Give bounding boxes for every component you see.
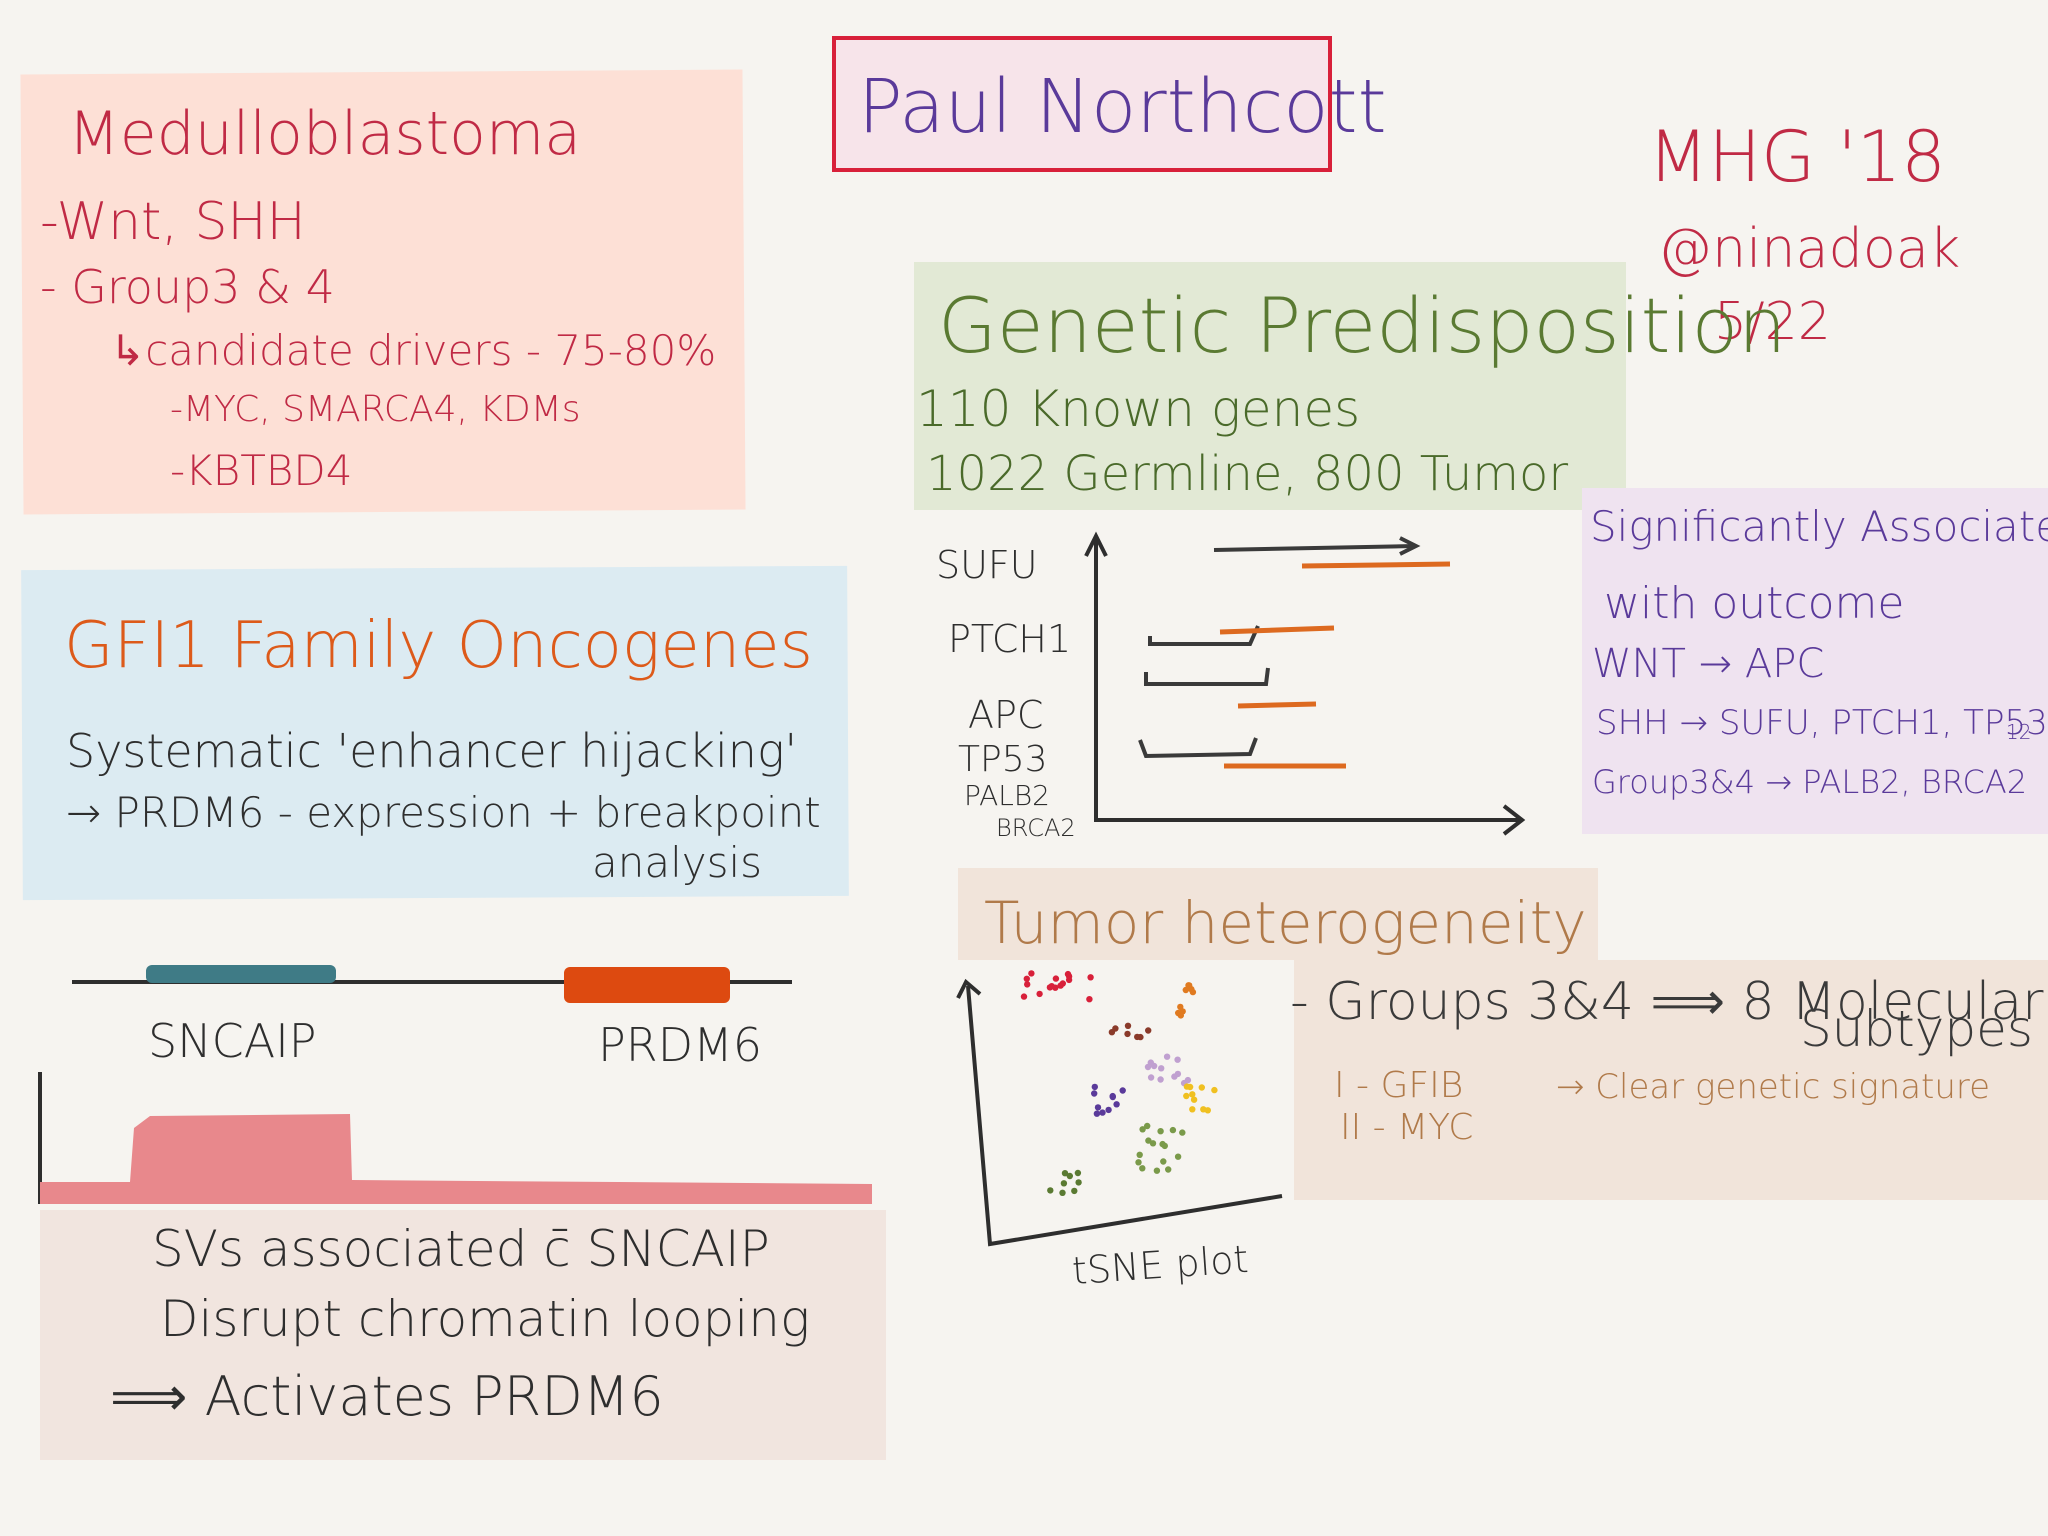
tsne-point (1171, 1073, 1178, 1080)
tsne-point (1052, 975, 1060, 982)
tsne-point (1086, 996, 1093, 1003)
tsne-point (1160, 1158, 1167, 1165)
tsne-point (1183, 1092, 1190, 1100)
tsne-point (1119, 1087, 1126, 1094)
tsne-point (1147, 1074, 1155, 1081)
tsne-point (1113, 1101, 1120, 1108)
tsne-point (1071, 1187, 1078, 1195)
tsne-point (1046, 984, 1054, 991)
tsne-point (1023, 975, 1030, 982)
tsne-point (1183, 1083, 1191, 1090)
tsne-point (1200, 1106, 1207, 1113)
tsne-point (1124, 1022, 1132, 1029)
tsne-point (1109, 1093, 1117, 1101)
tsne-point (1145, 1027, 1152, 1034)
tsne-point (1211, 1086, 1218, 1094)
tsne-point (1157, 1076, 1164, 1083)
tsne-point (1136, 1151, 1143, 1159)
tsne-point (1074, 1169, 1082, 1177)
tsne-point (1135, 1159, 1142, 1166)
tsne-point (1108, 1029, 1116, 1036)
tsne-point (1028, 970, 1035, 977)
tsne-point (1174, 1153, 1182, 1160)
tsne-point (1158, 1065, 1165, 1072)
tsne-point (1179, 1008, 1186, 1015)
tsne-point (1075, 1179, 1082, 1186)
tsne-point (1157, 1128, 1164, 1135)
tsne-point (1179, 1129, 1186, 1136)
tsne-point (1124, 1030, 1131, 1038)
tsne-point (1139, 1126, 1146, 1133)
tsne-point (1091, 1090, 1098, 1097)
tsne-label: tSNE plot (1070, 1236, 1250, 1294)
tsne-point (1091, 1083, 1099, 1091)
tsne-point (1186, 982, 1193, 989)
tsne-point (1036, 990, 1043, 998)
tsne-point (1059, 1189, 1066, 1197)
tsne-point (1057, 982, 1064, 989)
tsne-point (1023, 981, 1031, 988)
tsne-point (1145, 1137, 1152, 1144)
tsne-point (1169, 1126, 1177, 1134)
tsne-point (1047, 1187, 1054, 1194)
tsne-point (1174, 1056, 1181, 1063)
tsne-point (1094, 1104, 1102, 1111)
tsne-point (1134, 1033, 1141, 1041)
tsne-point (1184, 1076, 1192, 1084)
tsne-point (1065, 976, 1073, 984)
tsne-point (1099, 1109, 1106, 1116)
tsne-point (1087, 974, 1094, 981)
tsne-point (1060, 1180, 1068, 1187)
tsne-point (1153, 1167, 1161, 1174)
tsne-point (1163, 1053, 1171, 1060)
tsne-plot (956, 970, 1283, 1247)
tsne-point (1139, 1165, 1146, 1172)
tsne-point (1165, 1166, 1172, 1173)
tsne-point (1150, 1062, 1158, 1070)
tsne-point (1020, 993, 1028, 1000)
tsne-point (1189, 988, 1197, 996)
tsne-point (1105, 1106, 1112, 1114)
tsne-point (1159, 1140, 1166, 1148)
tsne-point (1066, 1172, 1074, 1180)
tsne-point (1144, 1063, 1152, 1071)
tsne-point (1198, 1084, 1206, 1091)
tsne-point (1093, 1110, 1101, 1117)
tsne-point (1189, 1091, 1196, 1098)
tsne-point (1189, 1106, 1196, 1113)
